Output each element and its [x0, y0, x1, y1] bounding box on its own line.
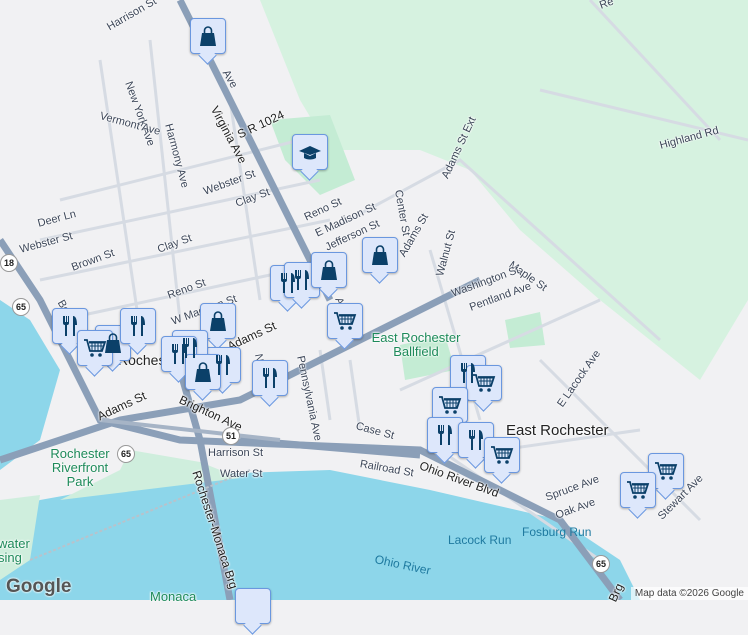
- school-marker[interactable]: [292, 134, 328, 170]
- route-shield: 18: [0, 254, 18, 272]
- fork-knife-icon: [172, 344, 186, 364]
- water-label: Fosburg Run: [522, 525, 592, 539]
- fork-knife-icon: [438, 425, 452, 445]
- shopping-cart-icon: [333, 312, 356, 331]
- route-shield: 65: [117, 445, 135, 463]
- park-label: water sing: [0, 536, 30, 565]
- grocery-marker[interactable]: [466, 365, 502, 401]
- street-label: Harrison St: [208, 447, 264, 459]
- shopping-cart-icon: [654, 462, 677, 481]
- park-label: Rochester Riverfront Park: [50, 446, 110, 489]
- shopping-bag-icon: [199, 26, 217, 47]
- shopping-bag-icon: [194, 362, 212, 383]
- green-area: [505, 312, 545, 348]
- fork-knife-icon: [263, 368, 277, 388]
- fork-knife-icon: [131, 316, 145, 336]
- grocery-marker[interactable]: [327, 303, 363, 339]
- shopping-marker[interactable]: [311, 252, 347, 288]
- shopping-bag-icon: [209, 311, 227, 332]
- shopping-cart-icon: [490, 446, 513, 465]
- shopping-bag-icon: [371, 245, 389, 266]
- map-attribution[interactable]: Map data ©2026 Google: [630, 587, 748, 600]
- route-shield: 51: [222, 427, 240, 445]
- grocery-marker[interactable]: [620, 472, 656, 508]
- grocery-marker[interactable]: [484, 437, 520, 473]
- shopping-cart-icon: [438, 396, 461, 415]
- fork-knife-icon: [295, 270, 309, 290]
- shopping-cart-icon: [83, 339, 106, 358]
- shopping-bag-icon: [320, 260, 338, 281]
- route-shield: 65: [592, 555, 610, 573]
- shopping-cart-icon: [626, 481, 649, 500]
- route-shield: 65: [12, 298, 30, 316]
- restaurant-marker[interactable]: [252, 360, 288, 396]
- shopping-marker[interactable]: [362, 237, 398, 273]
- shopping-cart-icon: [472, 374, 495, 393]
- graduation-cap-icon: [299, 146, 321, 160]
- shopping-marker[interactable]: [190, 18, 226, 54]
- water-label: Lacock Run: [448, 533, 512, 547]
- fork-knife-icon: [469, 430, 483, 450]
- street-label: Water St: [220, 468, 263, 480]
- fork-knife-icon: [63, 316, 77, 336]
- google-logo: Google: [6, 576, 72, 597]
- restaurant-marker[interactable]: [120, 308, 156, 344]
- park-label: East Rochester Ballfield: [371, 330, 461, 359]
- town-label: East Rochester: [506, 422, 609, 439]
- town-label: Monaca: [150, 589, 197, 604]
- poi-marker[interactable]: [235, 588, 271, 624]
